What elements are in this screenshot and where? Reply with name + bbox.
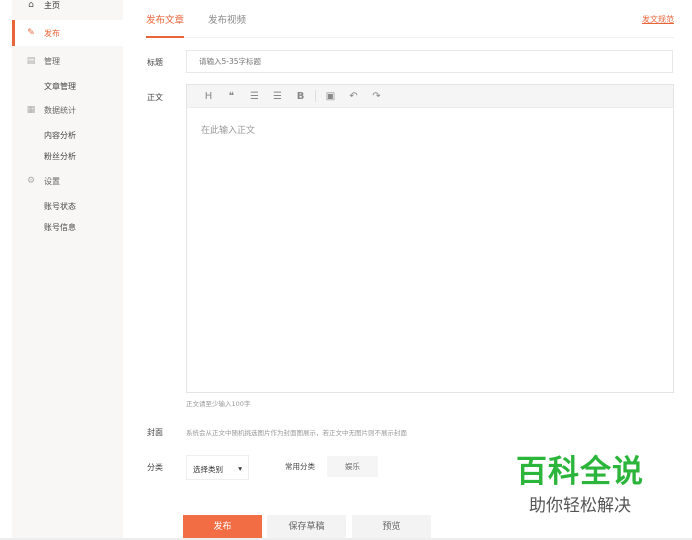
tab-publish-video[interactable]: 发布视频 — [208, 12, 246, 36]
sidebar-item-label: 数据统计 — [44, 105, 76, 115]
toolbar-divider — [315, 90, 316, 102]
sidebar-item-label: 管理 — [44, 56, 60, 66]
watermark: 百科全说 助你轻松解决 — [516, 446, 644, 516]
sidebar-item-label: 发布 — [44, 28, 60, 38]
image-icon[interactable]: ▣ — [319, 91, 342, 102]
redo-icon[interactable]: ↷ — [365, 91, 388, 102]
sidebar-item-stats[interactable]: ▦ 数据统计 — [12, 97, 123, 123]
tab-publish-article[interactable]: 发布文章 — [146, 12, 185, 38]
sidebar-item-fans-analysis[interactable]: 粉丝分析 — [12, 143, 123, 169]
preview-button[interactable]: 预览 — [352, 515, 431, 539]
sidebar-item-label: 设置 — [44, 176, 60, 186]
sidebar-item-publish[interactable]: ✎ 发布 — [12, 20, 123, 46]
category-label: 分类 — [147, 463, 163, 472]
edit-icon: ✎ — [27, 28, 35, 38]
cover-hint: 系统会从正文中随机挑选图片作为封面图展示，若正文中无图片则不展示封面 — [186, 429, 407, 437]
title-input[interactable] — [186, 50, 673, 73]
watermark-title: 百科全说 — [516, 454, 644, 490]
calendar-icon: ▦ — [26, 105, 36, 115]
manage-icon: ▤ — [26, 56, 36, 66]
home-icon: ⌂ — [28, 0, 34, 10]
category-chip[interactable]: 娱乐 — [327, 456, 378, 477]
heading-icon[interactable]: H — [197, 91, 220, 102]
sidebar-item-label: 内容分析 — [44, 130, 76, 140]
sidebar-item-account-info[interactable]: 账号信息 — [12, 214, 123, 240]
bold-icon[interactable]: B — [289, 91, 312, 102]
undo-icon[interactable]: ↶ — [342, 91, 365, 102]
sidebar: ⌂ 主页 ✎ 发布 ▤ 管理 文章管理 ▦ 数据统计 内容分析 粉丝分析 ⚙ 设置 账号状… — [12, 0, 123, 540]
ordered-list-icon[interactable]: ☰ — [266, 91, 289, 102]
publish-button[interactable]: 发布 — [183, 515, 262, 539]
title-label: 标题 — [147, 58, 163, 67]
tab-bar: 发布文章 发布视频 发文规范 — [146, 0, 674, 38]
watermark-subtitle: 助你轻松解决 — [529, 496, 631, 516]
body-label: 正文 — [147, 93, 163, 102]
sidebar-item-label: 账号信息 — [44, 222, 76, 232]
cover-label: 封面 — [147, 428, 163, 437]
common-category-label: 常用分类 — [285, 462, 315, 471]
body-hint: 正文请至少输入100字 — [186, 400, 251, 408]
editor-body[interactable]: 在此输入正文 — [187, 108, 673, 151]
unordered-list-icon[interactable]: ☰ — [243, 91, 266, 102]
sidebar-item-label: 账号状态 — [44, 201, 76, 211]
sidebar-item-manage[interactable]: ▤ 管理 — [12, 48, 123, 74]
sidebar-item-label: 粉丝分析 — [44, 151, 76, 161]
sidebar-item-article-manage[interactable]: 文章管理 — [12, 73, 123, 99]
category-select[interactable]: 选择类别 ▾ — [186, 455, 249, 480]
sidebar-item-label: 文章管理 — [44, 81, 76, 91]
rich-text-editor: H ❝ ☰ ☰ B ▣ ↶ ↷ 在此输入正文 — [186, 84, 674, 393]
sidebar-item-label: 主页 — [44, 0, 60, 10]
sidebar-item-home[interactable]: ⌂ 主页 — [12, 0, 123, 18]
rules-link[interactable]: 发文规范 — [642, 14, 674, 25]
gear-icon: ⚙ — [26, 176, 36, 186]
caret-down-icon: ▾ — [238, 464, 242, 473]
editor-toolbar: H ❝ ☰ ☰ B ▣ ↶ ↷ — [187, 85, 673, 108]
category-select-value: 选择类别 — [193, 465, 223, 474]
quote-icon[interactable]: ❝ — [220, 91, 243, 102]
save-draft-button[interactable]: 保存草稿 — [267, 515, 346, 539]
sidebar-item-settings[interactable]: ⚙ 设置 — [12, 168, 123, 194]
